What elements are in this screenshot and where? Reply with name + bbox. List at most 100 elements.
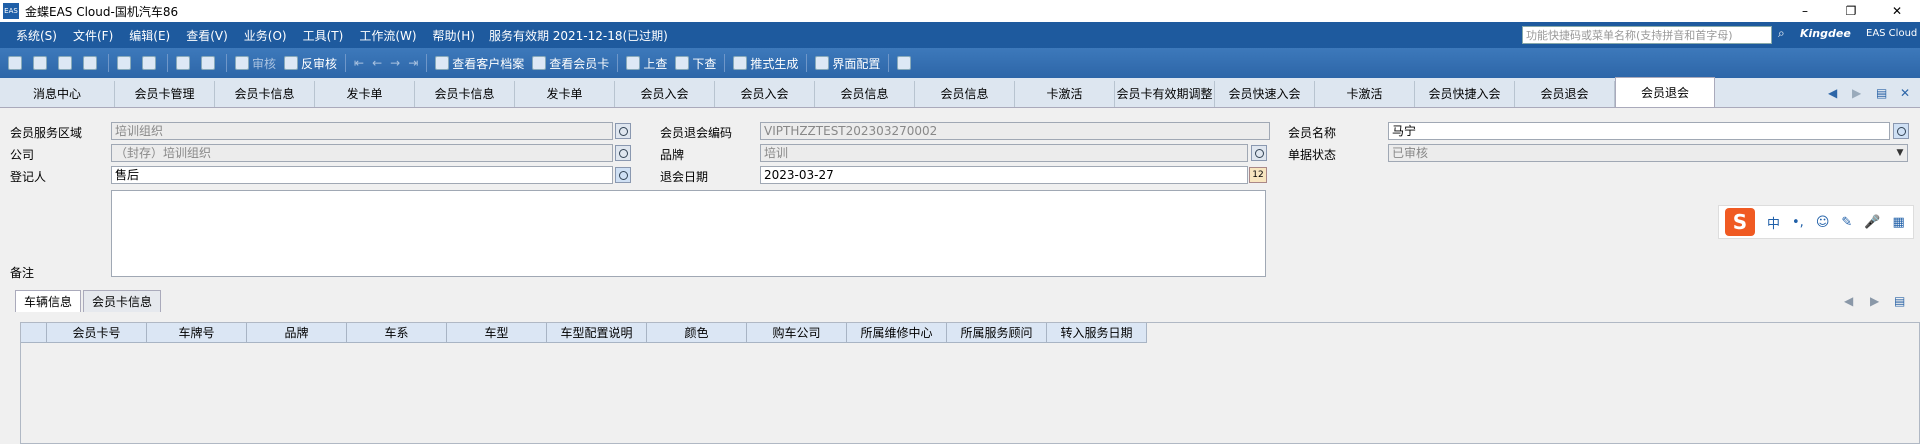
last-record-button[interactable]: ⇥ [408,52,418,74]
tab-member-card-manage[interactable]: 会员卡管理 [115,81,215,107]
menu-file[interactable]: 文件(F) [73,27,113,44]
remark-textarea[interactable] [111,190,1266,277]
column-header[interactable]: 品牌 [247,323,347,343]
column-header[interactable]: 车型配置说明 [547,323,647,343]
save-icon [58,56,72,70]
menu-edit[interactable]: 编辑(E) [129,27,170,44]
grid-corner-cell[interactable] [21,323,47,343]
tab-member-card-detail[interactable]: 会员卡信息 [83,290,162,312]
save-button[interactable] [58,52,75,74]
column-header[interactable]: 颜色 [647,323,747,343]
next-record-button[interactable]: → [390,52,400,74]
prev-record-button[interactable]: ← [372,52,382,74]
column-header[interactable]: 车型 [447,323,547,343]
pen-icon[interactable]: ✎ [1841,215,1852,230]
column-header[interactable]: 所属服务顾问 [947,323,1047,343]
grid-menu-icon[interactable]: ▦ [1892,215,1904,230]
edit-button[interactable] [33,52,50,74]
tab-member-info[interactable]: 会员信息 [815,81,915,107]
member-name-field[interactable]: 马宁 [1388,122,1890,140]
column-header[interactable]: 所属维修中心 [847,323,947,343]
tab-card-activate-2[interactable]: 卡激活 [1315,81,1415,107]
menu-system[interactable]: 系统(S) [16,27,57,44]
submit-button[interactable] [83,52,100,74]
brand-field[interactable]: 培训 [760,144,1248,162]
exit-code-field[interactable]: VIPTHZZTEST202303270002 [760,122,1270,140]
function-search-input[interactable]: 功能快捷码或菜单名称(支持拼音和首字母) [1522,26,1772,44]
prev-query-button[interactable]: 上查 [626,52,667,74]
column-header[interactable]: 车牌号 [147,323,247,343]
tab-card-issue-2[interactable]: 发卡单 [515,81,615,107]
tab-card-issue[interactable]: 发卡单 [315,81,415,107]
view-member-card-button[interactable]: 查看会员卡 [532,52,609,74]
toolbar-divider [345,54,347,72]
menu-help[interactable]: 帮助(H) [433,27,475,44]
tab-vehicle-info[interactable]: 车辆信息 [15,290,82,312]
subtab-list-icon[interactable]: ▤ [1894,294,1905,308]
member-name-lookup-icon[interactable] [1893,123,1909,139]
registrant-field[interactable]: 售后 [111,166,613,184]
punctuation-icon[interactable]: •, [1792,215,1804,230]
audit-button[interactable]: 审核 [235,52,276,74]
tab-member-join[interactable]: 会员入会 [615,81,715,107]
service-area-lookup-icon[interactable] [615,123,631,139]
exit-button[interactable] [897,52,914,74]
bill-status-select[interactable]: 已审核 [1388,144,1908,162]
tab-scroll-right-icon[interactable]: ▶ [1852,86,1861,100]
member-card-icon [532,56,547,70]
tab-message-center[interactable]: 消息中心 [0,81,115,107]
tab-member-fast-join[interactable]: 会员快捷入会 [1415,81,1515,107]
tab-card-activate[interactable]: 卡激活 [1015,81,1115,107]
print-preview-button[interactable] [201,52,218,74]
registrant-lookup-icon[interactable] [615,167,631,183]
service-area-field[interactable]: 培训组织 [111,122,613,140]
tab-list-icon[interactable]: ▤ [1876,86,1887,100]
next-query-button[interactable]: 下查 [675,52,716,74]
company-label: 公司 [10,148,35,162]
tab-card-validity-adjust[interactable]: 会员卡有效期调整 [1115,81,1215,107]
subtab-scroll-left-icon[interactable]: ◀ [1844,294,1853,308]
tab-member-join-2[interactable]: 会员入会 [715,81,815,107]
close-button[interactable]: ✕ [1874,0,1920,22]
emoji-icon[interactable]: ☺ [1816,215,1830,230]
tab-member-exit-active[interactable]: 会员退会 [1615,77,1715,107]
microphone-icon[interactable]: 🎤 [1864,215,1880,230]
menu-view[interactable]: 查看(V) [186,27,228,44]
maximize-button[interactable]: ❐ [1828,0,1874,22]
tab-member-info-2[interactable]: 会员信息 [915,81,1015,107]
tab-member-quick-join[interactable]: 会员快速入会 [1215,81,1315,107]
sogou-logo-icon[interactable]: S [1725,208,1755,236]
ui-config-button[interactable]: 界面配置 [815,52,880,74]
tab-scroll-left-icon[interactable]: ◀ [1828,86,1837,100]
column-header[interactable]: 转入服务日期 [1047,323,1147,343]
menu-workflow[interactable]: 工作流(W) [359,27,416,44]
tab-member-exit[interactable]: 会员退会 [1515,81,1615,107]
company-field[interactable]: （封存）培训组织 [111,144,613,162]
subtab-scroll-right-icon[interactable]: ▶ [1870,294,1879,308]
exit-date-field[interactable]: 2023-03-27 [760,166,1248,184]
tab-member-card-info-2[interactable]: 会员卡信息 [415,81,515,107]
print-button[interactable] [176,52,193,74]
tab-member-card-info[interactable]: 会员卡信息 [215,81,315,107]
column-header[interactable]: 车系 [347,323,447,343]
unaudit-button[interactable]: 反审核 [284,52,337,74]
menu-business[interactable]: 业务(O) [244,27,287,44]
first-record-button[interactable]: ⇤ [354,52,364,74]
view-customer-button[interactable]: 查看客户档案 [435,52,524,74]
calendar-icon[interactable]: 12 [1249,167,1267,183]
column-header[interactable]: 会员卡号 [47,323,147,343]
tab-close-icon[interactable]: ✕ [1900,86,1910,100]
menu-tools[interactable]: 工具(T) [303,27,344,44]
minimize-button[interactable]: – [1782,0,1828,22]
delete-button[interactable] [117,52,134,74]
toolbar-divider [888,54,890,72]
push-generate-button[interactable]: 推式生成 [733,52,798,74]
company-lookup-icon[interactable] [615,145,631,161]
brand-lookup-icon[interactable] [1251,145,1267,161]
search-icon[interactable]: ⌕ [1778,26,1794,44]
attachment-button[interactable] [142,52,159,74]
new-button[interactable] [8,52,25,74]
ime-mode-toggle[interactable]: 中 [1767,213,1780,232]
chevron-down-icon[interactable]: ▼ [1893,145,1907,161]
column-header[interactable]: 购车公司 [747,323,847,343]
